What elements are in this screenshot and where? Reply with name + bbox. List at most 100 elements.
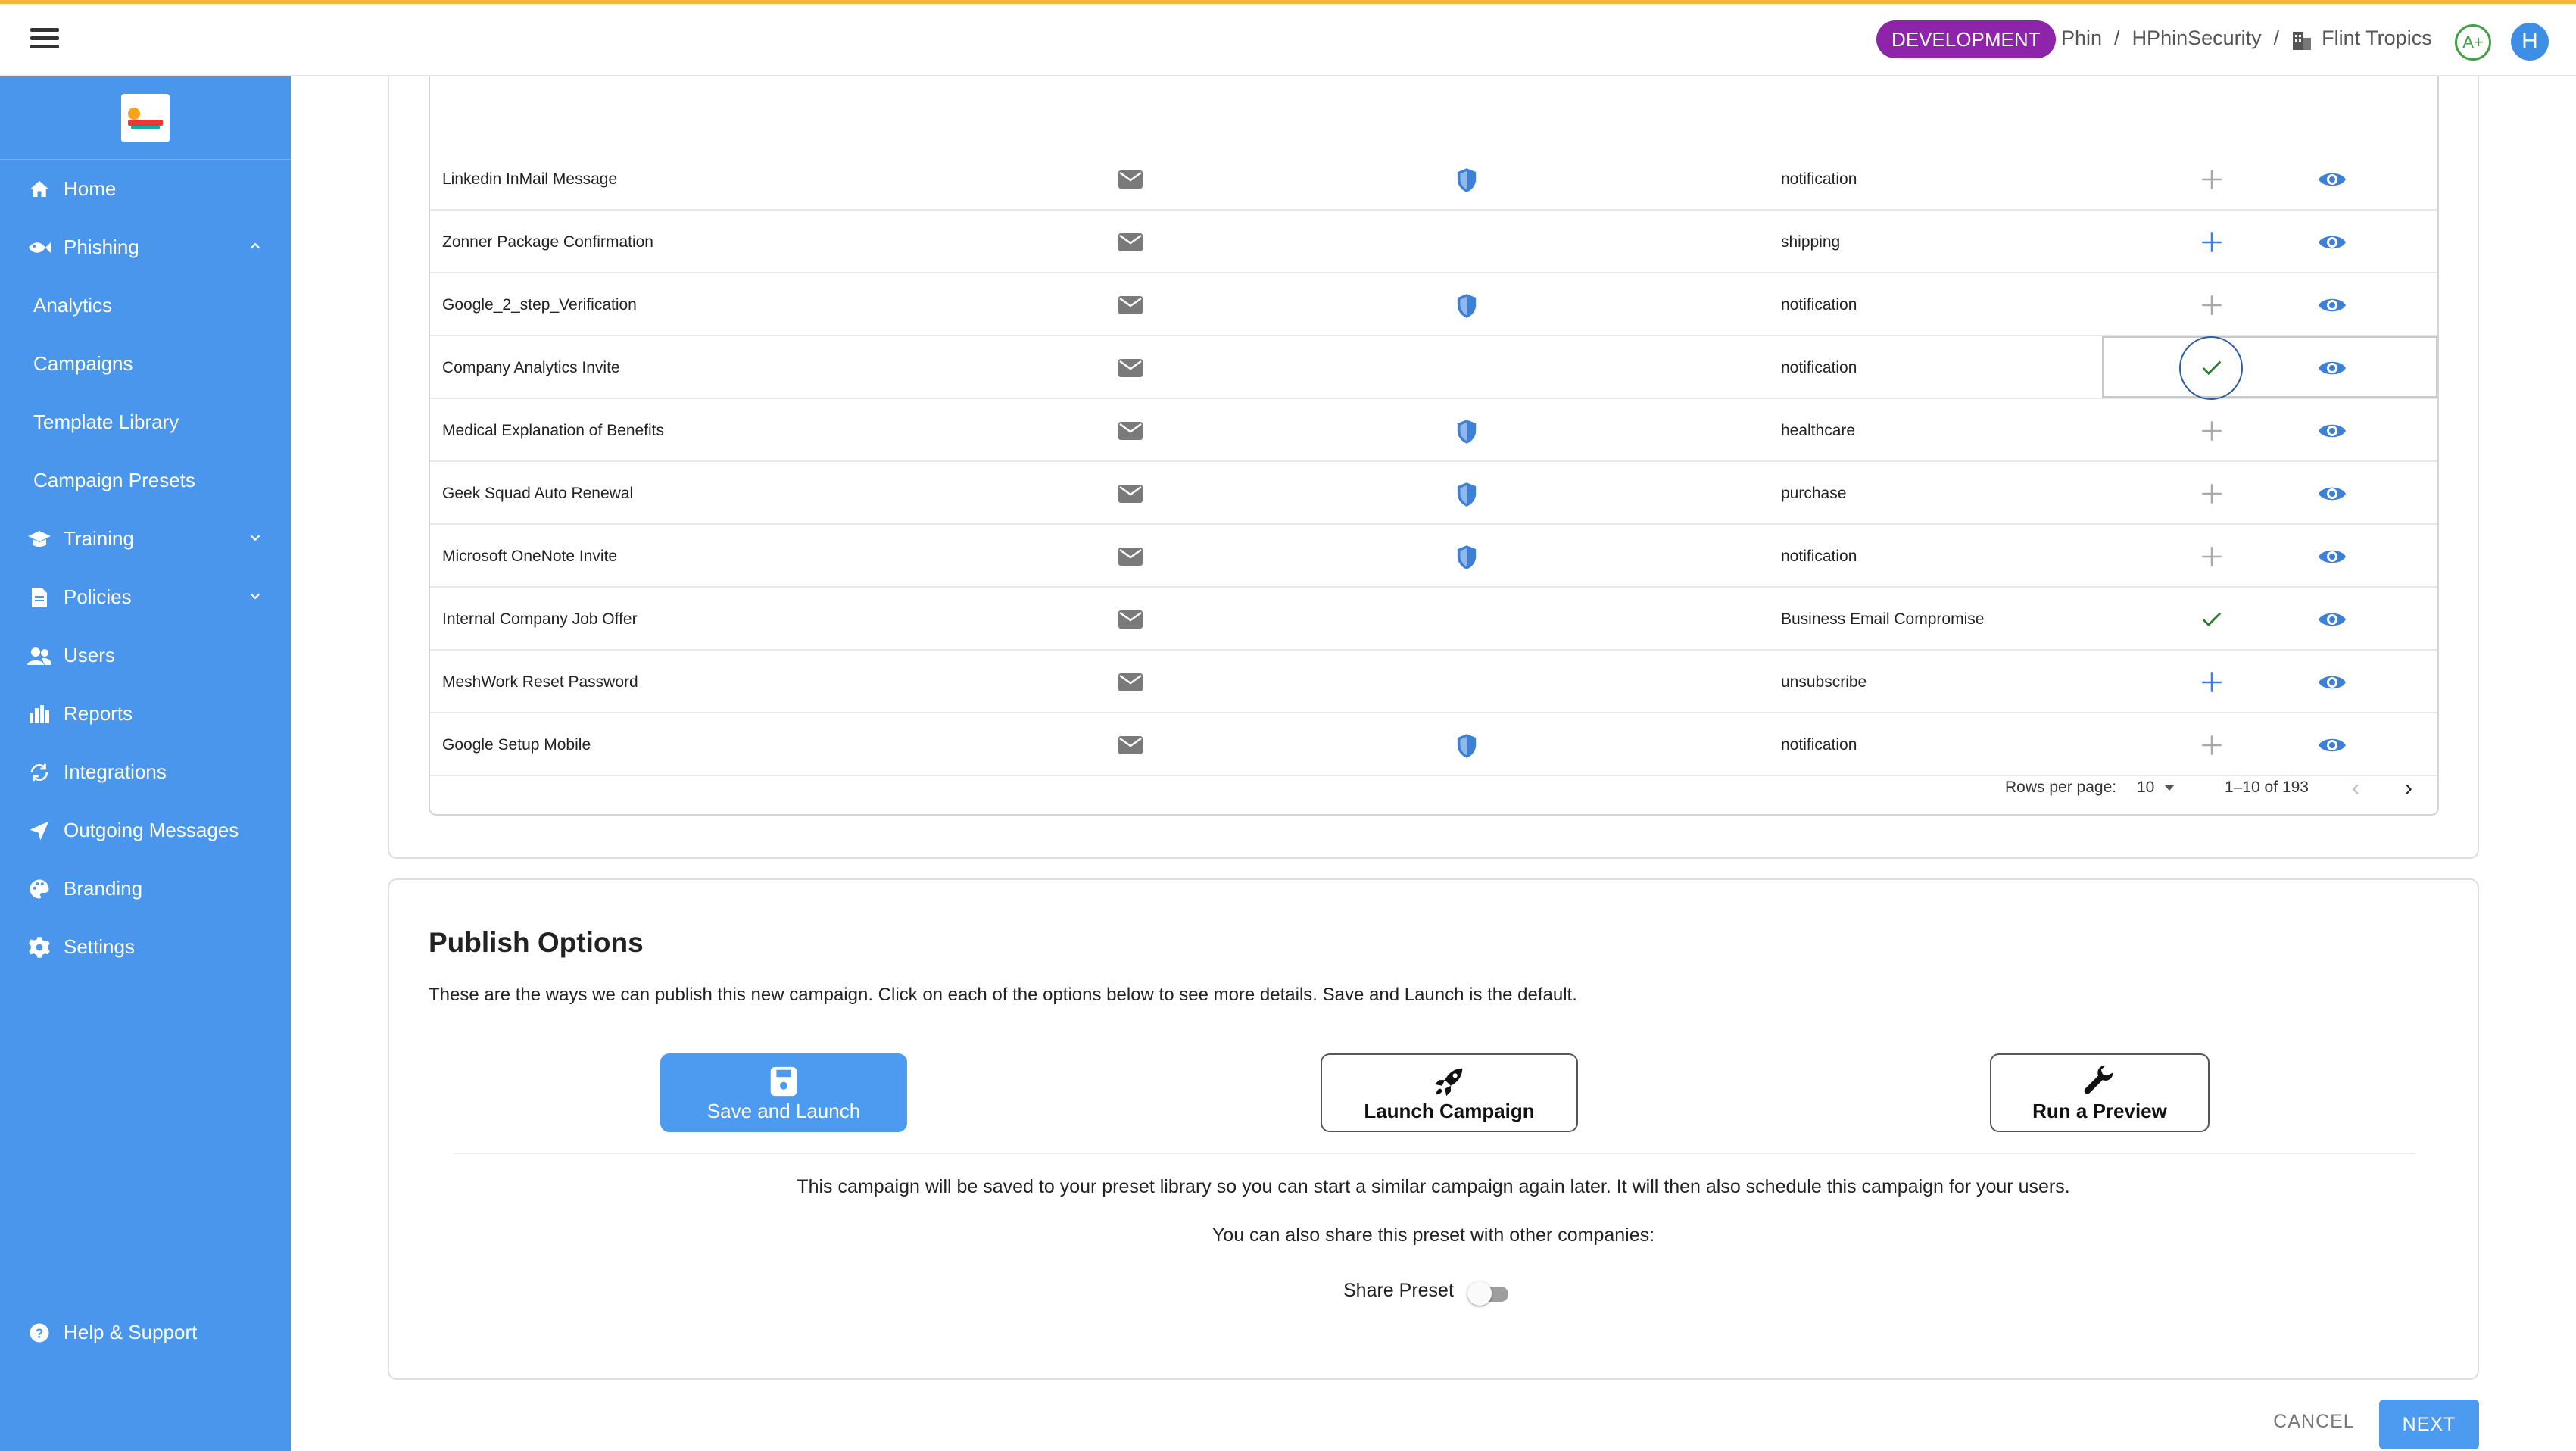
sidebar-item-home[interactable]: Home [0, 160, 291, 218]
table-row[interactable]: Google_2_step_Verification notification [430, 273, 2437, 336]
company-logo [121, 93, 170, 142]
sidebar-item-campaigns[interactable]: Campaigns [0, 335, 291, 393]
table-row[interactable]: Company Analytics Invite notification [430, 336, 2437, 400]
add-icon[interactable] [2199, 229, 2225, 255]
security-grade-badge[interactable]: A+ [2455, 24, 2491, 61]
email-icon [1118, 169, 1143, 194]
sidebar-item-help-support[interactable]: ? Help & Support [0, 1303, 291, 1362]
rows-per-page-label: Rows per page: [2005, 779, 2117, 796]
chevron-left-icon[interactable]: ‹ [2352, 775, 2359, 801]
pagination-range: 1–10 of 193 [2225, 779, 2309, 796]
sidebar-item-training[interactable]: Training [0, 510, 291, 568]
breadcrumb-item[interactable]: Flint Tropics [2322, 27, 2432, 50]
preview-eye-icon[interactable] [2317, 609, 2347, 634]
template-tag: notification [1781, 548, 1857, 565]
table-row[interactable]: MeshWork Reset Password unsubscribe [430, 651, 2437, 713]
add-icon[interactable] [2199, 167, 2225, 192]
share-preset-toggle[interactable] [1467, 1281, 1510, 1306]
table-row[interactable]: Zonner Package Confirmation shipping [430, 211, 2437, 273]
add-icon[interactable] [2199, 669, 2225, 695]
check-icon[interactable] [2199, 607, 2225, 632]
sidebar-item-branding[interactable]: Branding [0, 860, 291, 918]
shield-icon [1455, 733, 1478, 763]
sidebar-item-integrations[interactable]: Integrations [0, 743, 291, 801]
sidebar: Home Phishing Analytics Campaigns Templa… [0, 76, 291, 1451]
email-icon [1118, 420, 1143, 445]
sidebar-item-template-library[interactable]: Template Library [0, 393, 291, 451]
save-icon [766, 1064, 801, 1104]
template-name: Company Analytics Invite [442, 359, 620, 376]
preview-eye-icon[interactable] [2317, 169, 2347, 194]
next-button[interactable]: NEXT [2379, 1400, 2479, 1449]
breadcrumb-item[interactable]: Phin [2061, 27, 2102, 50]
breadcrumb-item[interactable]: HPhinSecurity [2132, 27, 2262, 50]
sidebar-item-label: Training [64, 527, 134, 550]
breadcrumb: Phin / HPhinSecurity / Flint Tropics [2061, 27, 2432, 50]
caret-down-icon[interactable] [2164, 785, 2175, 791]
sidebar-item-label: Analytics [33, 294, 113, 317]
preview-eye-icon[interactable] [2317, 672, 2347, 697]
save-and-launch-button[interactable]: Save and Launch [660, 1053, 907, 1132]
preview-eye-icon[interactable] [2317, 735, 2347, 760]
template-tag: notification [1781, 170, 1857, 188]
sidebar-item-policies[interactable]: Policies [0, 568, 291, 626]
breadcrumb-separator: / [2273, 27, 2280, 49]
home-icon [26, 176, 53, 203]
template-name: Internal Company Job Offer [442, 610, 638, 628]
preview-eye-icon[interactable] [2317, 295, 2347, 320]
sidebar-item-outgoing-messages[interactable]: Outgoing Messages [0, 801, 291, 860]
add-icon[interactable] [2199, 481, 2225, 507]
preview-eye-icon[interactable] [2317, 546, 2347, 571]
sidebar-item-label: Home [64, 177, 117, 200]
sidebar-item-label: Campaign Presets [33, 469, 195, 491]
template-tag: purchase [1781, 485, 1847, 502]
preview-eye-icon[interactable] [2317, 483, 2347, 508]
sidebar-item-settings[interactable]: Settings [0, 918, 291, 976]
rows-per-page-select[interactable]: 10 [2137, 779, 2154, 797]
sidebar-item-label: Template Library [33, 410, 179, 433]
divider [454, 1153, 2415, 1154]
toggle-thumb [1467, 1281, 1492, 1306]
run-a-preview-button[interactable]: Run a Preview [1990, 1053, 2210, 1132]
sidebar-item-label: Policies [64, 585, 132, 608]
add-icon[interactable] [2199, 418, 2225, 444]
add-icon[interactable] [2199, 544, 2225, 569]
preview-eye-icon[interactable] [2317, 232, 2347, 257]
logo-area [0, 76, 291, 160]
template-name: Zonner Package Confirmation [442, 233, 653, 251]
policies-icon [26, 584, 53, 611]
add-icon[interactable] [2199, 732, 2225, 758]
launch-campaign-button[interactable]: Launch Campaign [1321, 1053, 1578, 1132]
sidebar-item-phishing[interactable]: Phishing [0, 218, 291, 276]
integrations-icon [26, 759, 53, 786]
wrench-icon [2082, 1064, 2117, 1104]
option-details-text: This campaign will be saved to your pres… [797, 1176, 2070, 1197]
preview-eye-icon[interactable] [2317, 420, 2347, 445]
help-icon: ? [26, 1319, 53, 1346]
sidebar-item-users[interactable]: Users [0, 626, 291, 685]
table-row[interactable]: Medical Explanation of Benefits healthcar… [430, 399, 2437, 462]
table-row[interactable]: Geek Squad Auto Renewal purchase [430, 462, 2437, 525]
cancel-button[interactable]: CANCEL [2261, 1400, 2367, 1443]
focused-cell [2102, 336, 2437, 398]
breadcrumb-separator: / [2114, 27, 2120, 49]
sidebar-item-reports[interactable]: Reports [0, 685, 291, 743]
check-icon[interactable] [2199, 355, 2225, 381]
template-tag: notification [1781, 296, 1857, 314]
share-preset-label: Share Preset [1343, 1280, 1454, 1301]
building-icon [2293, 31, 2312, 50]
email-icon [1118, 546, 1143, 571]
chevron-right-icon[interactable]: › [2405, 775, 2412, 801]
sidebar-item-analytics[interactable]: Analytics [0, 276, 291, 335]
menu-icon[interactable] [30, 28, 59, 51]
chevron-up-icon [250, 242, 260, 249]
table-row[interactable]: Internal Company Job Offer Business Email… [430, 588, 2437, 651]
table-pagination: Rows per page: 10 1–10 of 193 ‹ › [430, 760, 2437, 815]
template-table: Linkedin InMail Message notification Zonne… [429, 76, 2439, 816]
preview-eye-icon[interactable] [2317, 357, 2347, 382]
table-row[interactable]: Linkedin InMail Message notification [430, 148, 2437, 211]
avatar[interactable]: H [2511, 23, 2549, 61]
add-icon[interactable] [2199, 292, 2225, 318]
sidebar-item-campaign-presets[interactable]: Campaign Presets [0, 451, 291, 510]
table-row[interactable]: Microsoft OneNote Invite notification [430, 525, 2437, 588]
